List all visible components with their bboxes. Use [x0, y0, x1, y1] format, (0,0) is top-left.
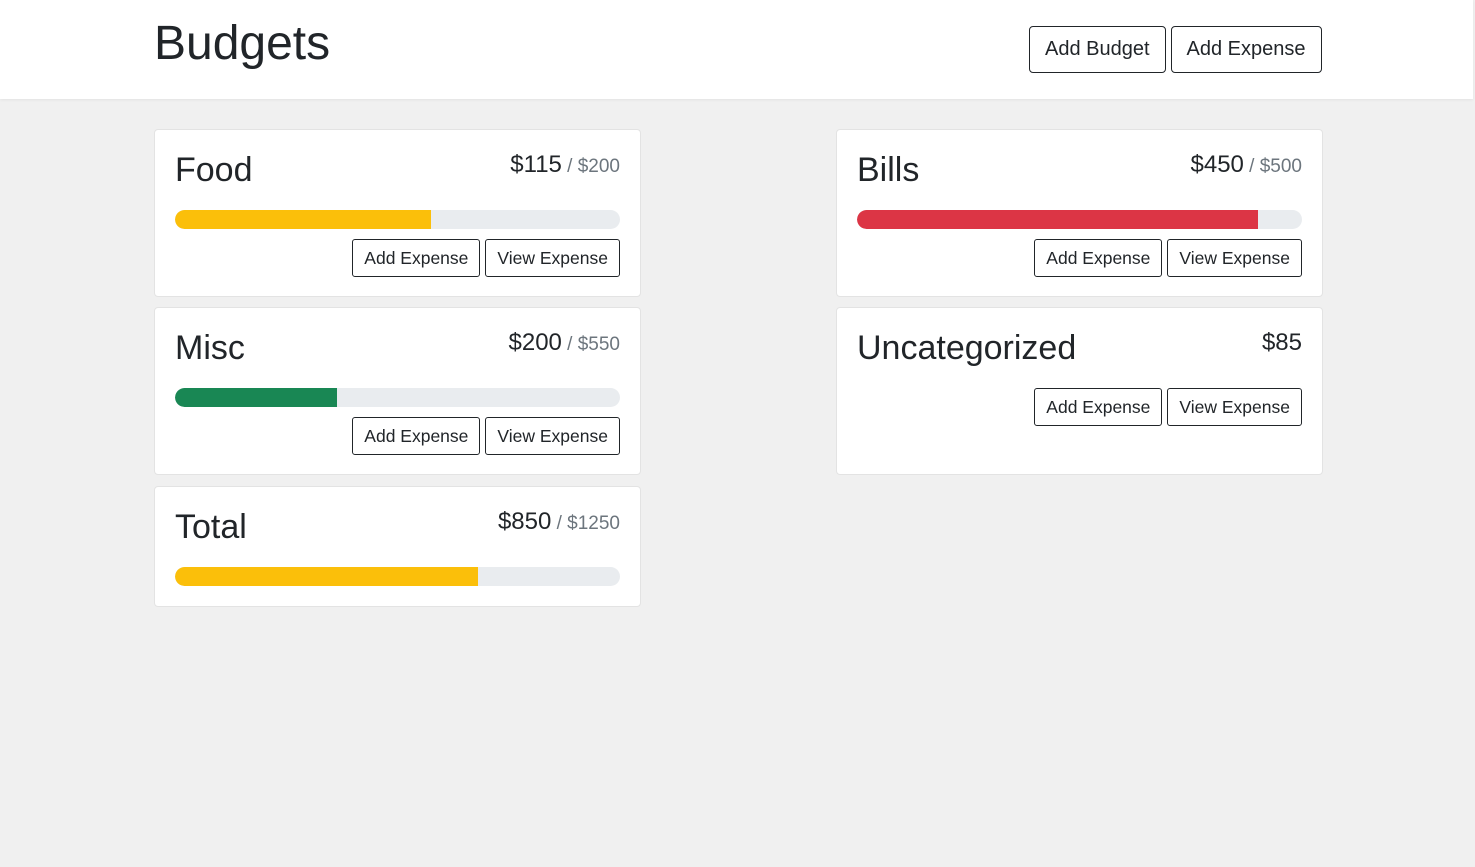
- budget-spent: $115: [510, 151, 562, 178]
- budget-progress-bar: [175, 210, 620, 229]
- budget-card-amount: $450 / $500: [1191, 150, 1303, 182]
- budget-card-bills: Bills $450 / $500 Add Expense View Expen…: [836, 129, 1323, 297]
- budget-progress-bar: [175, 567, 620, 586]
- budget-card-amount: $85: [1262, 328, 1302, 358]
- budget-card-actions: Add Expense View Expense: [1034, 388, 1302, 426]
- header-actions: Add Budget Add Expense: [1029, 26, 1322, 73]
- budget-max: / $200: [561, 156, 620, 177]
- add-expense-button[interactable]: Add Expense: [1034, 239, 1163, 277]
- add-expense-button[interactable]: Add Expense: [352, 417, 481, 455]
- add-expense-button[interactable]: Add Expense: [352, 239, 481, 277]
- page-title: Budgets: [154, 17, 331, 70]
- budget-card-amount: $115 / $200: [510, 150, 620, 182]
- budget-progress-bar: [857, 210, 1302, 229]
- budget-card-title: Bills: [857, 151, 920, 189]
- budget-card-amount: $850 / $1250: [498, 507, 620, 539]
- budget-spent: $85: [1261, 329, 1302, 356]
- budget-card-misc: Misc $200 / $550 Add Expense View Expens…: [154, 307, 641, 475]
- add-expense-button[interactable]: Add Expense: [1034, 388, 1163, 426]
- budget-card-uncategorized: Uncategorized $85 Add Expense View Expen…: [836, 307, 1323, 475]
- budget-card-total: Total $850 / $1250: [154, 486, 641, 607]
- budget-card-actions: Add Expense View Expense: [352, 239, 620, 277]
- budget-max: / $500: [1243, 156, 1302, 177]
- budget-progress-bar: [175, 388, 620, 407]
- add-expense-button[interactable]: Add Expense: [1170, 26, 1322, 73]
- budget-card-title: Misc: [175, 329, 245, 367]
- budget-spent: $450: [1190, 151, 1244, 178]
- budget-progress-fill: [857, 210, 1258, 229]
- budget-max: / $1250: [551, 513, 620, 534]
- budget-card-actions: Add Expense View Expense: [352, 417, 620, 455]
- view-expense-button[interactable]: View Expense: [1167, 239, 1302, 277]
- budget-progress-fill: [175, 567, 478, 586]
- budget-card-title: Uncategorized: [857, 329, 1077, 367]
- budget-card-actions: Add Expense View Expense: [1034, 239, 1302, 277]
- budget-spent: $850: [497, 508, 552, 535]
- view-expense-button[interactable]: View Expense: [485, 417, 620, 455]
- budget-spent: $200: [508, 329, 562, 356]
- add-budget-button[interactable]: Add Budget: [1029, 26, 1166, 73]
- budget-card-title: Total: [175, 508, 247, 546]
- view-expense-button[interactable]: View Expense: [485, 239, 620, 277]
- budget-card-title: Food: [175, 151, 253, 189]
- budget-card-food: Food $115 / $200 Add Expense View Expens…: [154, 129, 641, 297]
- page-header: Budgets Add Budget Add Expense: [0, 0, 1473, 99]
- budget-progress-fill: [175, 210, 431, 229]
- view-expense-button[interactable]: View Expense: [1167, 388, 1302, 426]
- budget-max: / $550: [561, 334, 620, 355]
- budget-card-amount: $200 / $550: [509, 328, 621, 360]
- budget-progress-fill: [175, 388, 337, 407]
